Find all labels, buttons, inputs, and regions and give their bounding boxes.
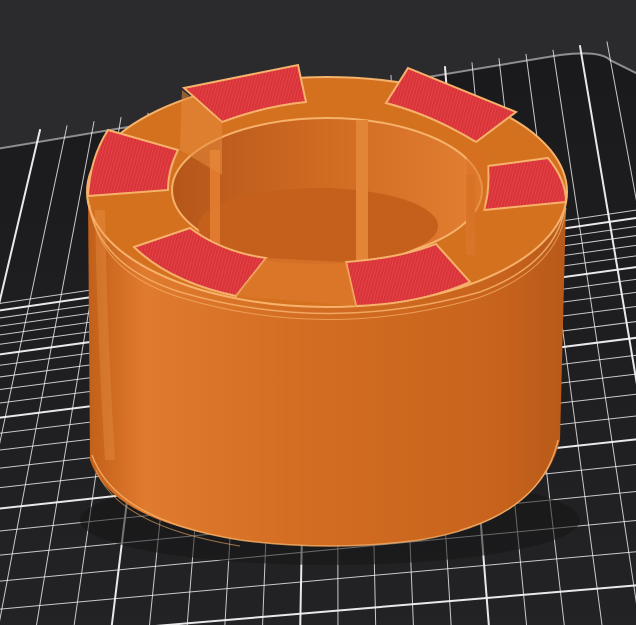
slicer-3d-viewport[interactable] bbox=[0, 0, 636, 625]
print-preview-scene[interactable] bbox=[0, 0, 636, 625]
printed-part-cylinder[interactable] bbox=[86, 63, 568, 547]
top-infill-segment-4 bbox=[482, 156, 568, 212]
inner-rib-2 bbox=[356, 120, 368, 260]
